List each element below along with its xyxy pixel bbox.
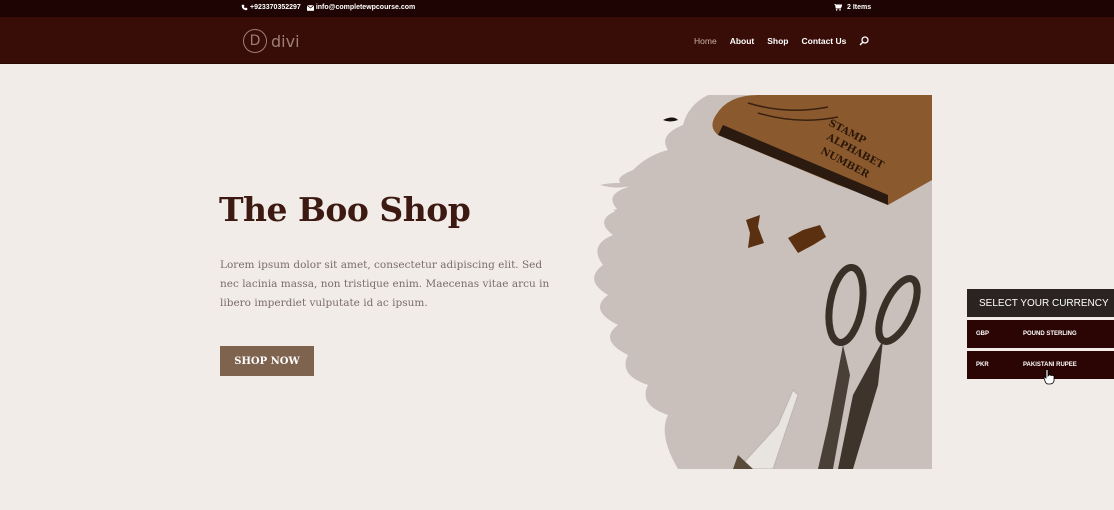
shop-now-button[interactable]: SHOP NOW: [220, 346, 314, 376]
cart-count: 2 Items: [847, 4, 872, 11]
main-header: D divi Home About Shop Contact Us: [0, 17, 1114, 64]
currency-name: POUND STERLING: [1023, 331, 1077, 337]
currency-code: GBP: [976, 331, 990, 337]
phone-link[interactable]: +923370352297: [241, 4, 301, 11]
hero-title: The Boo Shop: [219, 190, 471, 229]
hero-description: Lorem ipsum dolor sit amet, consectetur …: [220, 259, 550, 309]
currency-switcher: SELECT YOUR CURRENCY GBP POUND STERLING …: [967, 289, 1114, 379]
currency-code: PKR: [976, 362, 989, 368]
phone-icon: [241, 4, 248, 11]
currency-name: PAKISTANI RUPEE: [1023, 362, 1077, 368]
search-icon[interactable]: [859, 36, 870, 46]
nav-home[interactable]: Home: [694, 36, 717, 46]
email-text: info@completewpcourse.com: [315, 4, 416, 11]
cart-link[interactable]: 2 Items: [834, 4, 871, 11]
currency-title: SELECT YOUR CURRENCY: [967, 289, 1114, 317]
hand-cursor-icon: [1043, 369, 1055, 385]
phone-text: +923370352297: [250, 4, 301, 11]
main-nav: Home About Shop Contact Us: [694, 36, 870, 46]
email-link[interactable]: info@completewpcourse.com: [306, 4, 416, 11]
envelope-icon: [306, 4, 314, 11]
site-logo[interactable]: D divi: [243, 29, 300, 53]
cart-icon: [834, 4, 842, 11]
top-bar: +923370352297 info@completewpcourse.com …: [0, 0, 1114, 17]
nav-contact-us[interactable]: Contact Us: [801, 36, 846, 46]
logo-text: divi: [271, 31, 300, 51]
nav-shop[interactable]: Shop: [767, 36, 788, 46]
logo-mark: D: [243, 29, 267, 53]
hero-image: STAMP ALPHABET NUMBER: [588, 95, 932, 469]
nav-about[interactable]: About: [730, 36, 755, 46]
contact-info: +923370352297 info@completewpcourse.com: [241, 4, 415, 11]
currency-option-pkr[interactable]: PKR PAKISTANI RUPEE: [967, 351, 1114, 379]
currency-option-gbp[interactable]: GBP POUND STERLING: [967, 320, 1114, 348]
